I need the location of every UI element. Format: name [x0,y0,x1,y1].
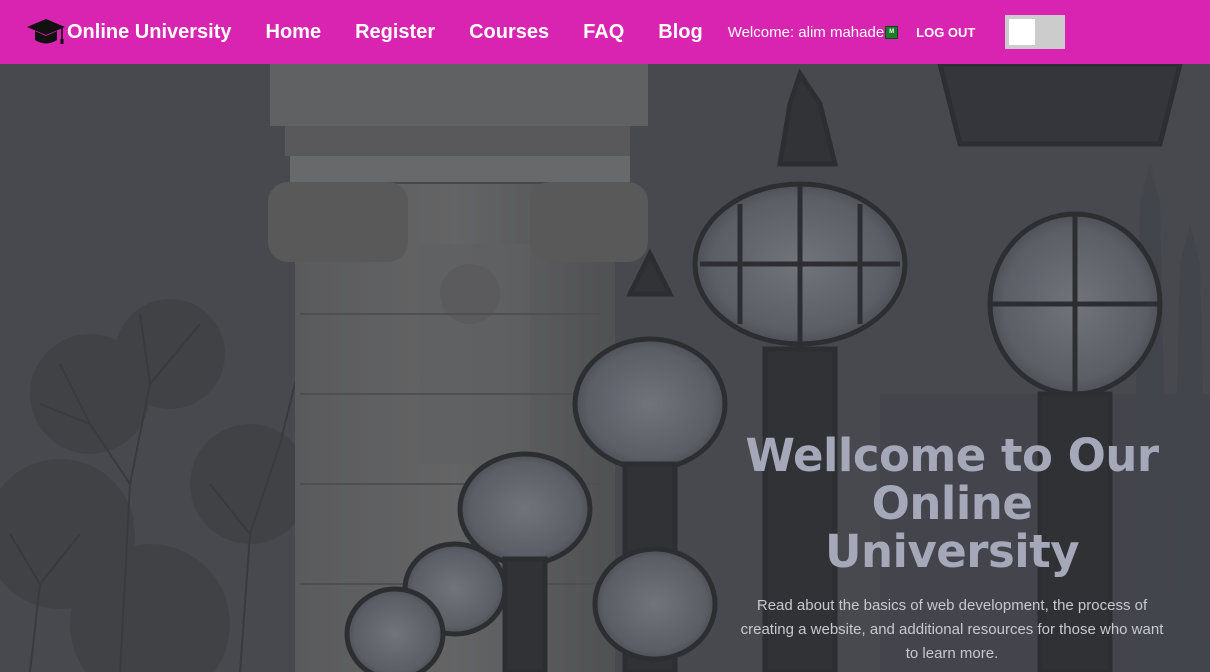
hero-banner: Wellcome to Our Online University Read a… [0,64,1210,672]
logout-button[interactable]: LOG OUT [916,25,975,40]
nav-blog[interactable]: Blog [641,21,719,44]
nav-faq[interactable]: FAQ [566,21,641,44]
welcome-text: Welcome: alim mahade [727,23,885,41]
brand-link[interactable]: Online University [26,16,232,48]
brand-name: Online University [67,20,232,43]
toggle-knob [1009,19,1036,45]
nav-register[interactable]: Register [338,21,452,44]
hero-title: Wellcome to Our Online University [740,432,1164,576]
top-navbar: Online University Home Register Courses … [0,0,1210,64]
user-avatar[interactable]: M [885,25,899,39]
welcome-message: Welcome: alim mahade M [727,23,899,41]
hero-title-line1: Wellcome to Our [745,429,1159,482]
graduation-cap-icon [26,16,66,48]
hero-content: Wellcome to Our Online University Read a… [740,432,1164,666]
nav-home[interactable]: Home [249,21,339,44]
nav-links: Home Register Courses FAQ Blog [249,21,720,44]
hero-description: Read about the basics of web development… [740,597,1164,662]
theme-toggle[interactable] [1005,15,1066,49]
nav-courses[interactable]: Courses [452,21,566,44]
hero-title-line2: Online University [824,477,1080,578]
